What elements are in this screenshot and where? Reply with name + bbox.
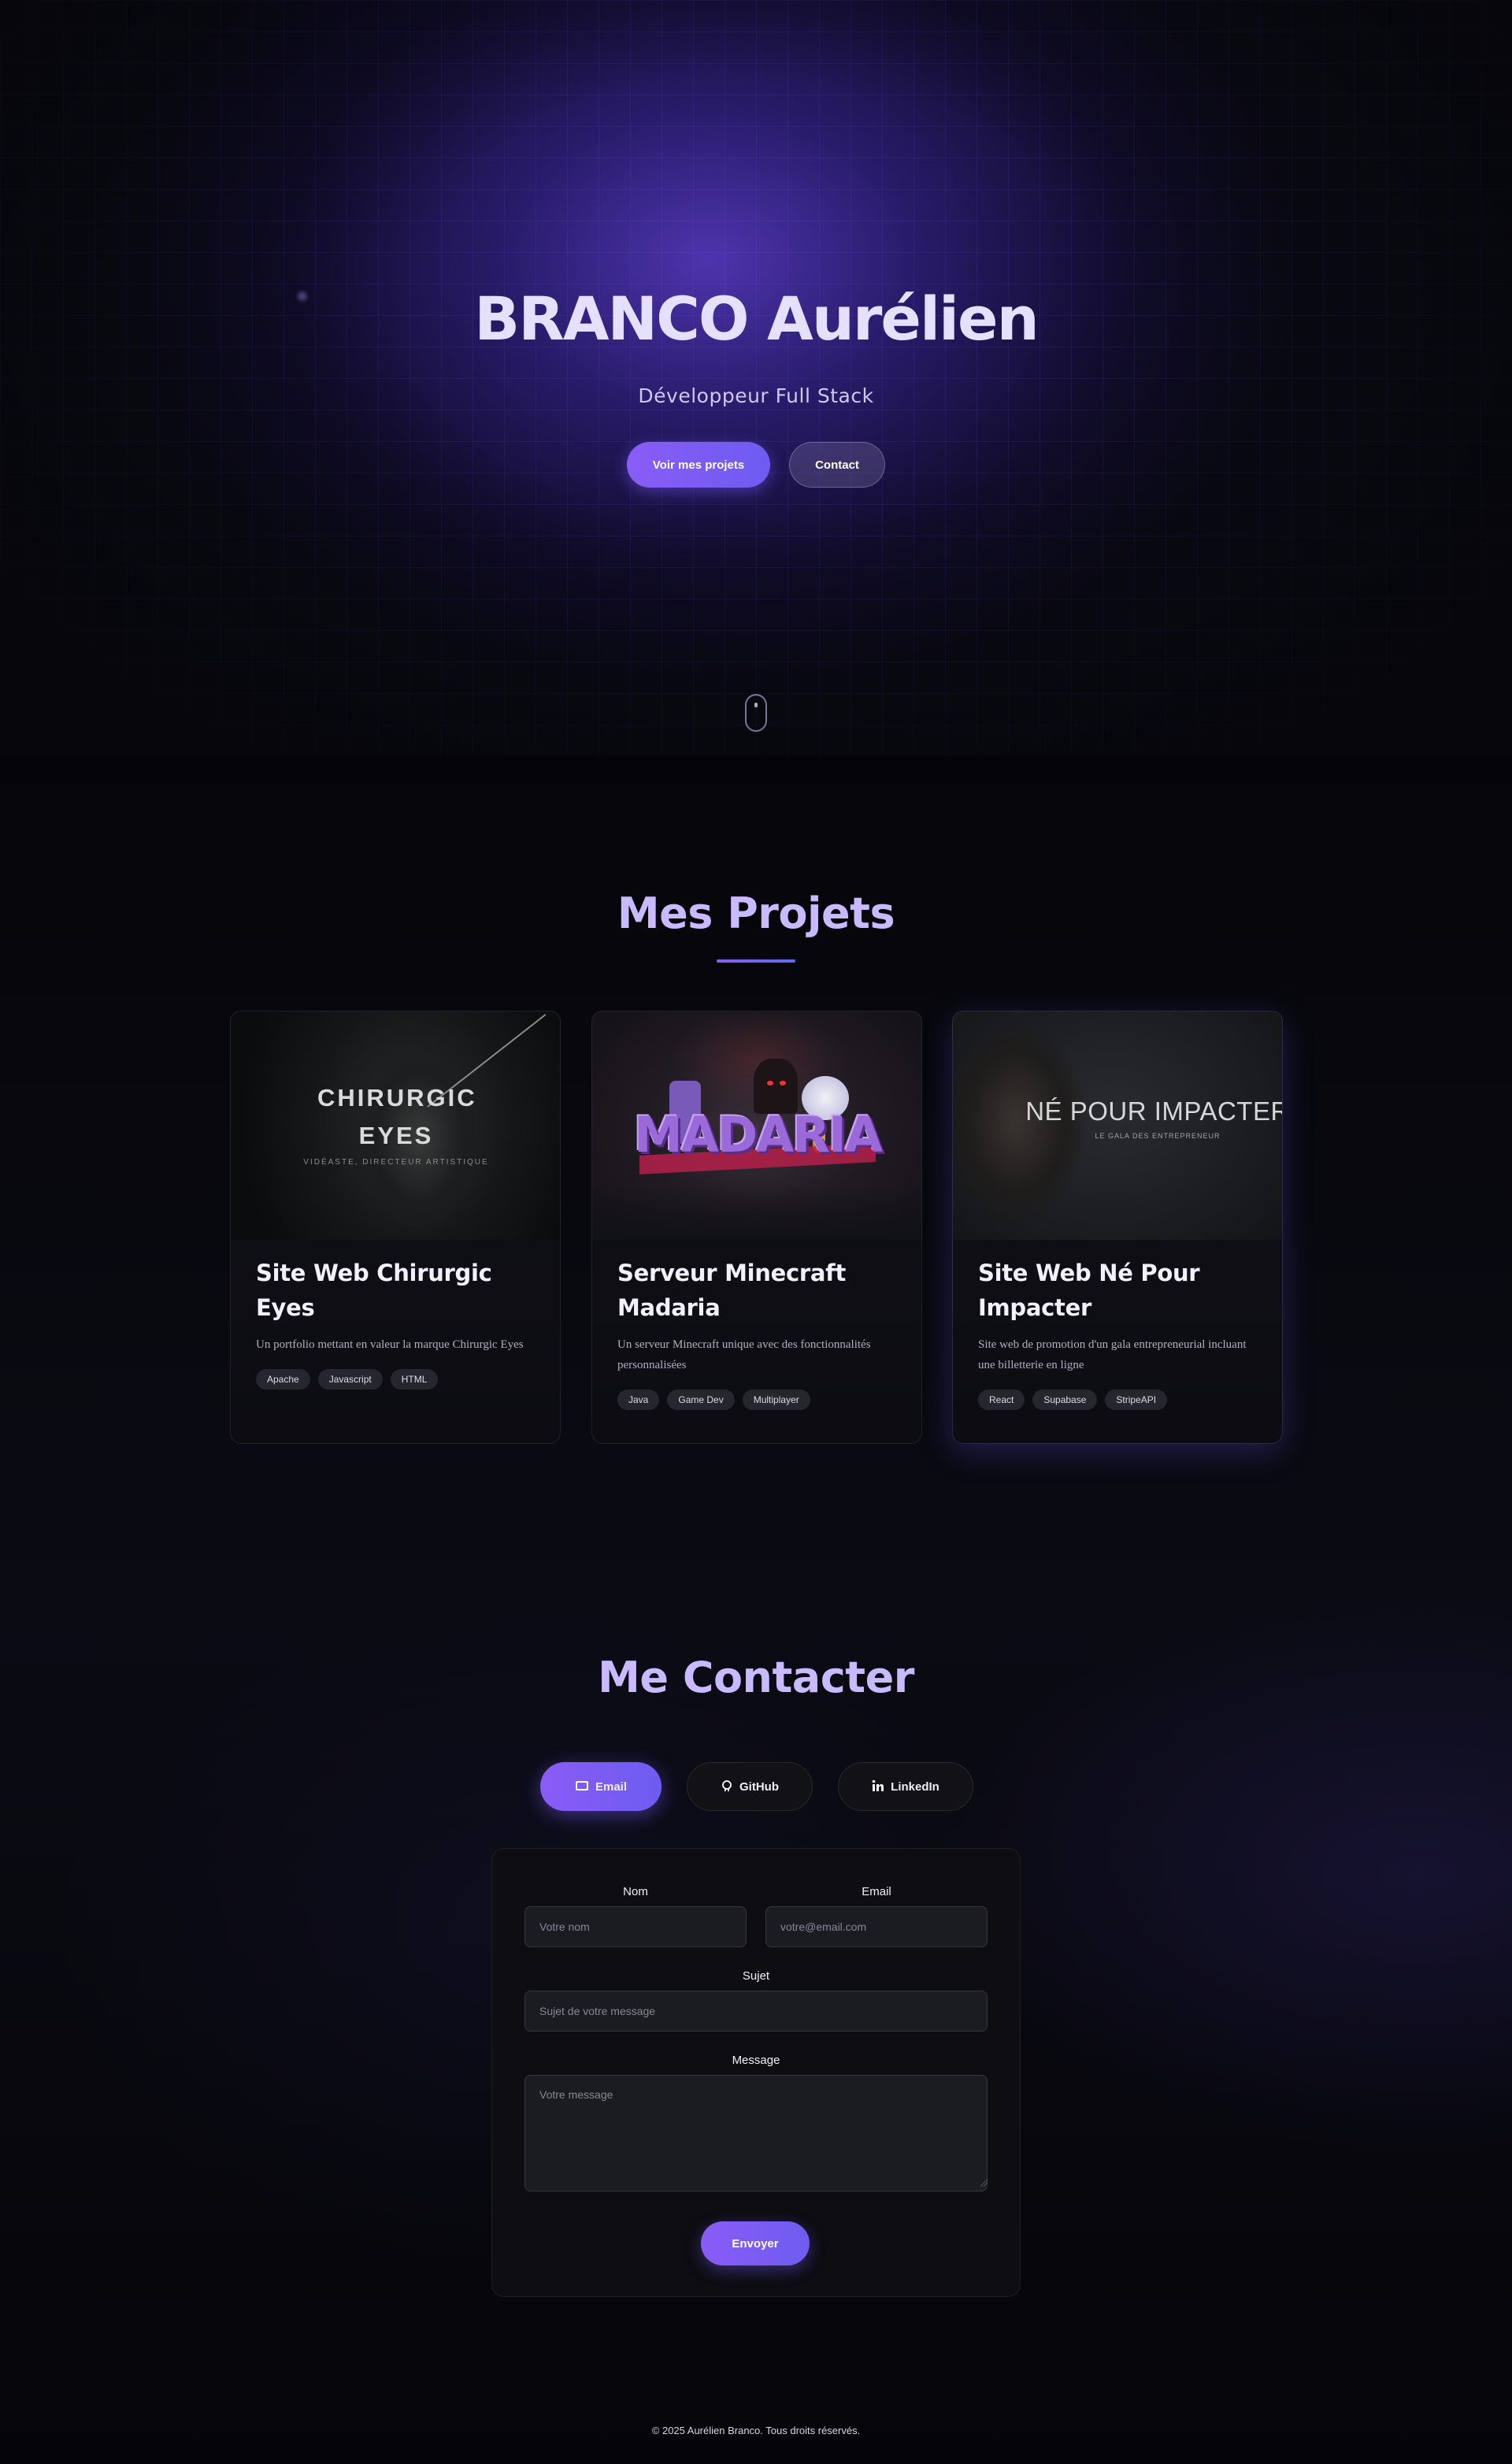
tag-list: Apache Javascript HTML (256, 1369, 539, 1390)
project-image-madaria: MADARIA (592, 1011, 921, 1240)
card-description: Un portfolio mettant en valeur la marque… (256, 1338, 524, 1351)
hero-title: BRANCO Aurélien (474, 284, 1039, 354)
card-description: Site web de promotion d'un gala entrepre… (978, 1338, 1247, 1371)
image-logo-subtext: LE GALA DES ENTREPRENEUR (1095, 1132, 1221, 1140)
project-card-madaria[interactable]: MADARIA Serveur Minecraft Madaria Un ser… (591, 1011, 922, 1444)
email-field[interactable]: votre@email.com (765, 1906, 988, 1947)
image-eye (780, 1081, 786, 1085)
hero-buttons: Voir mes projets Contact (627, 442, 885, 488)
linkedin-icon (872, 1779, 884, 1794)
card-title: Site Web Né Pour Impacter (978, 1260, 1200, 1321)
message-textarea[interactable]: Votre message (524, 2075, 988, 2191)
image-logo-text: MADARIA (634, 1106, 883, 1163)
subject-label: Sujet (742, 1969, 770, 1983)
hero-section: BRANCO Aurélien Développeur Full Stack V… (0, 0, 1512, 756)
footer-copyright: © 2025 Aurélien Branco. Tous droits rése… (651, 2425, 861, 2436)
card-title: Site Web Chirurgic Eyes (256, 1260, 492, 1321)
hero-vignette (0, 0, 1512, 756)
projects-title: Mes Projets (617, 889, 895, 938)
project-card-chirurgic-eyes[interactable]: CHIRURGIC EYES VIDÉASTE, DIRECTEUR ARTIS… (230, 1011, 561, 1444)
tab-label: Email (595, 1779, 628, 1794)
view-projects-button[interactable]: Voir mes projets (627, 442, 770, 488)
image-logo-text: NÉ POUR IMPACTER (1025, 1097, 1283, 1126)
tab-email[interactable]: Email (540, 1762, 662, 1811)
tag: Java (617, 1390, 660, 1410)
scroll-mouse-icon[interactable] (745, 694, 767, 732)
name-label: Nom (623, 1885, 648, 1898)
send-button[interactable]: Envoyer (701, 2221, 810, 2265)
project-image-ne-pour-impacter: NÉ POUR IMPACTER LE GALA DES ENTREPRENEU… (953, 1011, 1283, 1240)
tag: Multiplayer (742, 1390, 810, 1410)
name-field[interactable]: Votre nom (524, 1906, 747, 1947)
projects-title-underline (717, 959, 795, 963)
contact-title: Me Contacter (598, 1653, 914, 1702)
project-image-chirurgic-eyes: CHIRURGIC EYES VIDÉASTE, DIRECTEUR ARTIS… (231, 1011, 560, 1240)
email-icon (575, 1780, 589, 1794)
image-fade (592, 1185, 921, 1240)
tag: Supabase (1032, 1390, 1098, 1410)
tab-label: LinkedIn (891, 1779, 939, 1794)
tag: Game Dev (667, 1390, 735, 1410)
project-card-ne-pour-impacter[interactable]: NÉ POUR IMPACTER LE GALA DES ENTREPRENEU… (952, 1011, 1283, 1444)
card-description: Un serveur Minecraft unique avec des fon… (617, 1338, 871, 1371)
textarea-resize-handle[interactable] (980, 2179, 988, 2187)
card-title: Serveur Minecraft Madaria (617, 1260, 847, 1321)
tab-github[interactable]: GitHub (687, 1762, 813, 1811)
tag: Javascript (317, 1369, 383, 1390)
tab-linkedin[interactable]: LinkedIn (838, 1762, 973, 1811)
tab-label: GitHub (739, 1779, 779, 1794)
hero-subtitle: Développeur Full Stack (638, 384, 874, 407)
tag: React (978, 1390, 1025, 1410)
github-icon (721, 1779, 733, 1794)
message-label: Message (732, 2054, 780, 2067)
image-logo-subtext: VIDÉASTE, DIRECTEUR ARTISTIQUE (303, 1158, 489, 1167)
subject-field[interactable]: Sujet de votre message (524, 1991, 988, 2032)
contact-button[interactable]: Contact (789, 442, 885, 488)
tag-list: React Supabase StripeAPI (978, 1390, 1262, 1410)
card-body: Serveur Minecraft Madaria Un serveur Min… (617, 1256, 901, 1410)
image-logo-text: CHIRURGIC EYES (317, 1084, 477, 1149)
tag: HTML (390, 1369, 439, 1390)
contact-tabs: Email GitHub LinkedIn (540, 1762, 973, 1811)
card-body: Site Web Chirurgic Eyes Un portfolio met… (256, 1256, 539, 1390)
email-label: Email (862, 1885, 891, 1898)
tag-list: Java Game Dev Multiplayer (617, 1390, 901, 1410)
image-face (953, 1019, 1087, 1240)
tag: StripeAPI (1105, 1390, 1168, 1410)
tag: Apache (256, 1369, 310, 1390)
image-eye (767, 1081, 773, 1085)
card-body: Site Web Né Pour Impacter Site web de pr… (978, 1256, 1262, 1410)
